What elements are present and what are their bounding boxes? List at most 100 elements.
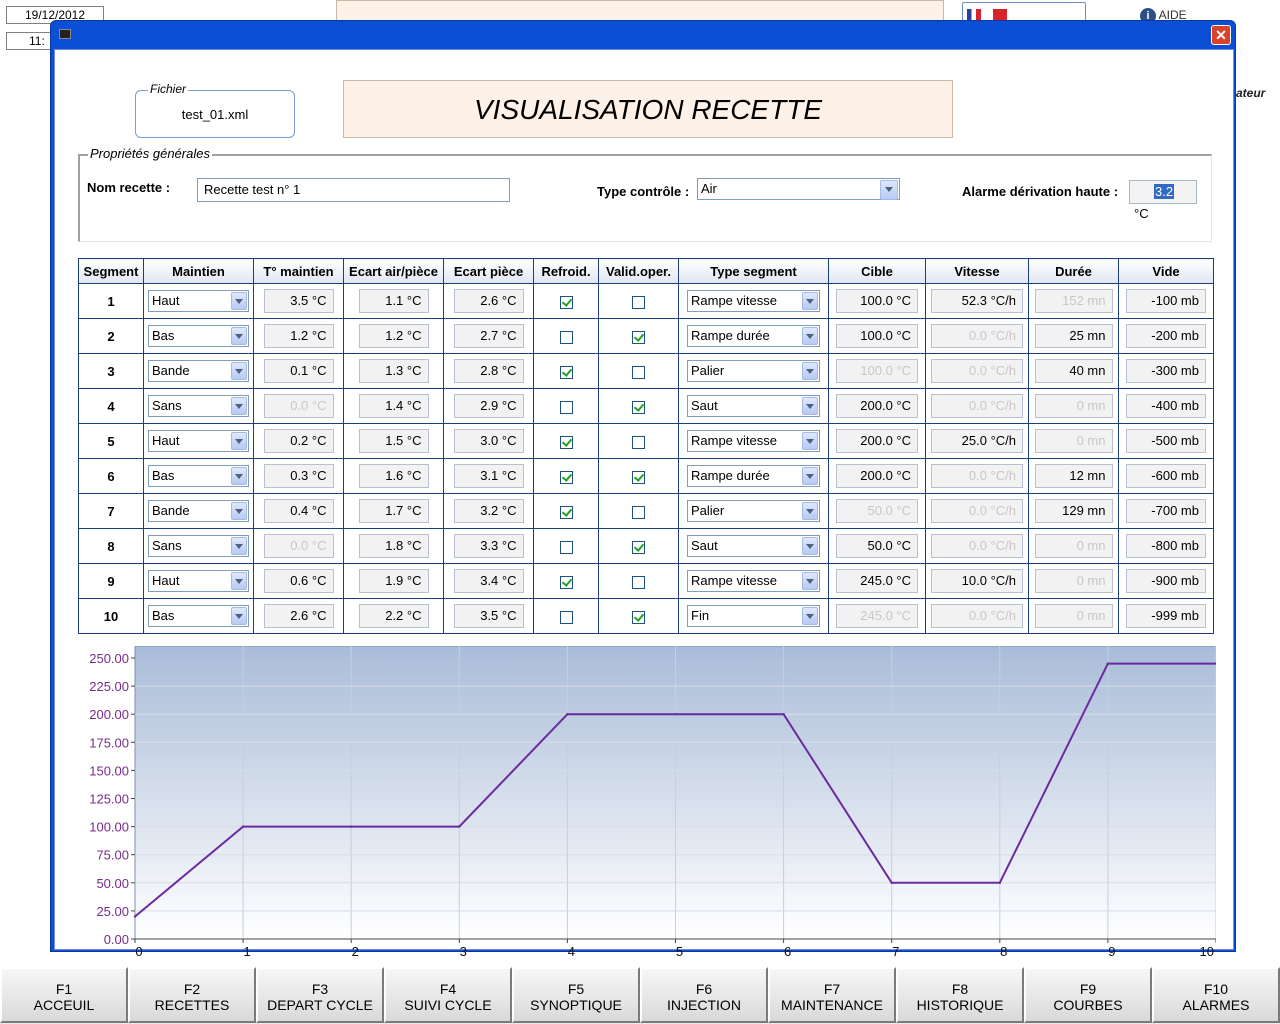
chevron-down-icon[interactable] [231, 537, 247, 555]
t-maintien-field[interactable]: 0.3 °C [263, 464, 334, 488]
ecart-air-field[interactable]: 1.9 °C [358, 569, 429, 593]
vitesse-field[interactable]: 25.0 °C/h [931, 429, 1023, 453]
refroid-checkbox[interactable] [559, 575, 573, 589]
valid-oper-checkbox[interactable] [632, 365, 645, 379]
ecart-air-field[interactable]: 1.4 °C [358, 394, 429, 418]
cible-field[interactable]: 245.0 °C [836, 569, 918, 593]
duree-field[interactable]: 40 mn [1034, 359, 1113, 383]
refroid-checkbox[interactable] [559, 295, 573, 309]
vide-field[interactable]: -200 mb [1126, 324, 1206, 348]
ecart-piece-field[interactable]: 3.3 °C [453, 534, 524, 558]
t-maintien-field[interactable]: 0.1 °C [263, 359, 334, 383]
maintien-select[interactable]: Bas [148, 605, 249, 627]
vide-field[interactable]: -999 mb [1126, 604, 1206, 628]
chevron-down-icon[interactable] [231, 502, 247, 520]
recipe-name-field[interactable]: Recette test n° 1 [197, 178, 510, 202]
ecart-piece-field[interactable]: 3.2 °C [453, 499, 524, 523]
alarm-field[interactable]: 3.2 °C [1129, 180, 1197, 221]
maintien-select[interactable]: Haut [148, 290, 249, 312]
ecart-piece-field[interactable]: 2.9 °C [453, 394, 524, 418]
function-key-f4[interactable]: F4 SUIVI CYCLE [384, 967, 512, 1023]
function-key-f2[interactable]: F2 RECETTES [128, 967, 256, 1023]
cible-field[interactable]: 100.0 °C [836, 289, 918, 313]
close-button[interactable]: ✕ [1211, 25, 1231, 45]
vitesse-field[interactable]: 52.3 °C/h [931, 289, 1023, 313]
maintien-select[interactable]: Haut [148, 430, 249, 452]
vitesse-field[interactable]: 10.0 °C/h [931, 569, 1023, 593]
ecart-piece-field[interactable]: 3.4 °C [453, 569, 524, 593]
control-type-select[interactable]: Air [697, 178, 900, 200]
type-segment-select[interactable]: Rampe durée [687, 465, 820, 487]
chevron-down-icon[interactable] [802, 292, 818, 310]
function-key-f7[interactable]: F7 MAINTENANCE [768, 967, 896, 1023]
cible-field[interactable]: 100.0 °C [836, 324, 918, 348]
type-segment-select[interactable]: Rampe vitesse [687, 290, 820, 312]
chevron-down-icon[interactable] [802, 572, 818, 590]
t-maintien-field[interactable]: 2.6 °C [263, 604, 334, 628]
refroid-checkbox[interactable] [559, 470, 573, 484]
vide-field[interactable]: -400 mb [1126, 394, 1206, 418]
cible-field[interactable]: 200.0 °C [836, 429, 918, 453]
type-segment-select[interactable]: Saut [687, 395, 820, 417]
chevron-down-icon[interactable] [231, 292, 247, 310]
chevron-down-icon[interactable] [231, 327, 247, 345]
maintien-select[interactable]: Bas [148, 465, 249, 487]
vide-field[interactable]: -900 mb [1126, 569, 1206, 593]
type-segment-select[interactable]: Fin [687, 605, 820, 627]
ecart-air-field[interactable]: 1.1 °C [358, 289, 429, 313]
t-maintien-field[interactable]: 1.2 °C [263, 324, 334, 348]
ecart-air-field[interactable]: 1.3 °C [358, 359, 429, 383]
valid-oper-checkbox[interactable] [632, 470, 645, 484]
function-key-f1[interactable]: F1 ACCEUIL [0, 967, 128, 1023]
valid-oper-checkbox[interactable] [632, 400, 645, 414]
maintien-select[interactable]: Bas [148, 325, 249, 347]
chevron-down-icon[interactable] [802, 502, 818, 520]
valid-oper-checkbox[interactable] [632, 435, 645, 449]
type-segment-select[interactable]: Rampe vitesse [687, 430, 820, 452]
ecart-piece-field[interactable]: 2.8 °C [453, 359, 524, 383]
refroid-checkbox[interactable] [559, 540, 573, 554]
chevron-down-icon[interactable] [802, 607, 818, 625]
function-key-f8[interactable]: F8 HISTORIQUE [896, 967, 1024, 1023]
maintien-select[interactable]: Sans [148, 395, 249, 417]
refroid-checkbox[interactable] [559, 330, 573, 344]
type-segment-select[interactable]: Saut [687, 535, 820, 557]
valid-oper-checkbox[interactable] [632, 505, 645, 519]
type-segment-select[interactable]: Rampe durée [687, 325, 820, 347]
chevron-down-icon[interactable] [802, 537, 818, 555]
chevron-down-icon[interactable] [802, 397, 818, 415]
type-segment-select[interactable]: Palier [687, 500, 820, 522]
ecart-air-field[interactable]: 1.8 °C [358, 534, 429, 558]
chevron-down-icon[interactable] [802, 467, 818, 485]
maintien-select[interactable]: Bande [148, 500, 249, 522]
chevron-down-icon[interactable] [231, 397, 247, 415]
t-maintien-field[interactable]: 3.5 °C [263, 289, 334, 313]
chevron-down-icon[interactable] [802, 327, 818, 345]
chevron-down-icon[interactable] [880, 180, 898, 200]
duree-field[interactable]: 129 mn [1034, 499, 1113, 523]
maintien-select[interactable]: Bande [148, 360, 249, 382]
ecart-piece-field[interactable]: 2.6 °C [453, 289, 524, 313]
ecart-air-field[interactable]: 1.6 °C [358, 464, 429, 488]
chevron-down-icon[interactable] [231, 467, 247, 485]
vide-field[interactable]: -300 mb [1126, 359, 1206, 383]
ecart-air-field[interactable]: 2.2 °C [358, 604, 429, 628]
chevron-down-icon[interactable] [802, 362, 818, 380]
type-segment-select[interactable]: Rampe vitesse [687, 570, 820, 592]
t-maintien-field[interactable]: 0.6 °C [263, 569, 334, 593]
type-segment-select[interactable]: Palier [687, 360, 820, 382]
refroid-checkbox[interactable] [559, 505, 573, 519]
ecart-air-field[interactable]: 1.7 °C [358, 499, 429, 523]
ecart-piece-field[interactable]: 3.0 °C [453, 429, 524, 453]
cible-field[interactable]: 200.0 °C [836, 394, 918, 418]
cible-field[interactable]: 50.0 °C [836, 534, 918, 558]
vide-field[interactable]: -800 mb [1126, 534, 1206, 558]
chevron-down-icon[interactable] [231, 432, 247, 450]
refroid-checkbox[interactable] [559, 400, 573, 414]
vide-field[interactable]: -700 mb [1126, 499, 1206, 523]
vide-field[interactable]: -100 mb [1126, 289, 1206, 313]
valid-oper-checkbox[interactable] [632, 575, 645, 589]
refroid-checkbox[interactable] [559, 610, 573, 624]
maintien-select[interactable]: Sans [148, 535, 249, 557]
maintien-select[interactable]: Haut [148, 570, 249, 592]
